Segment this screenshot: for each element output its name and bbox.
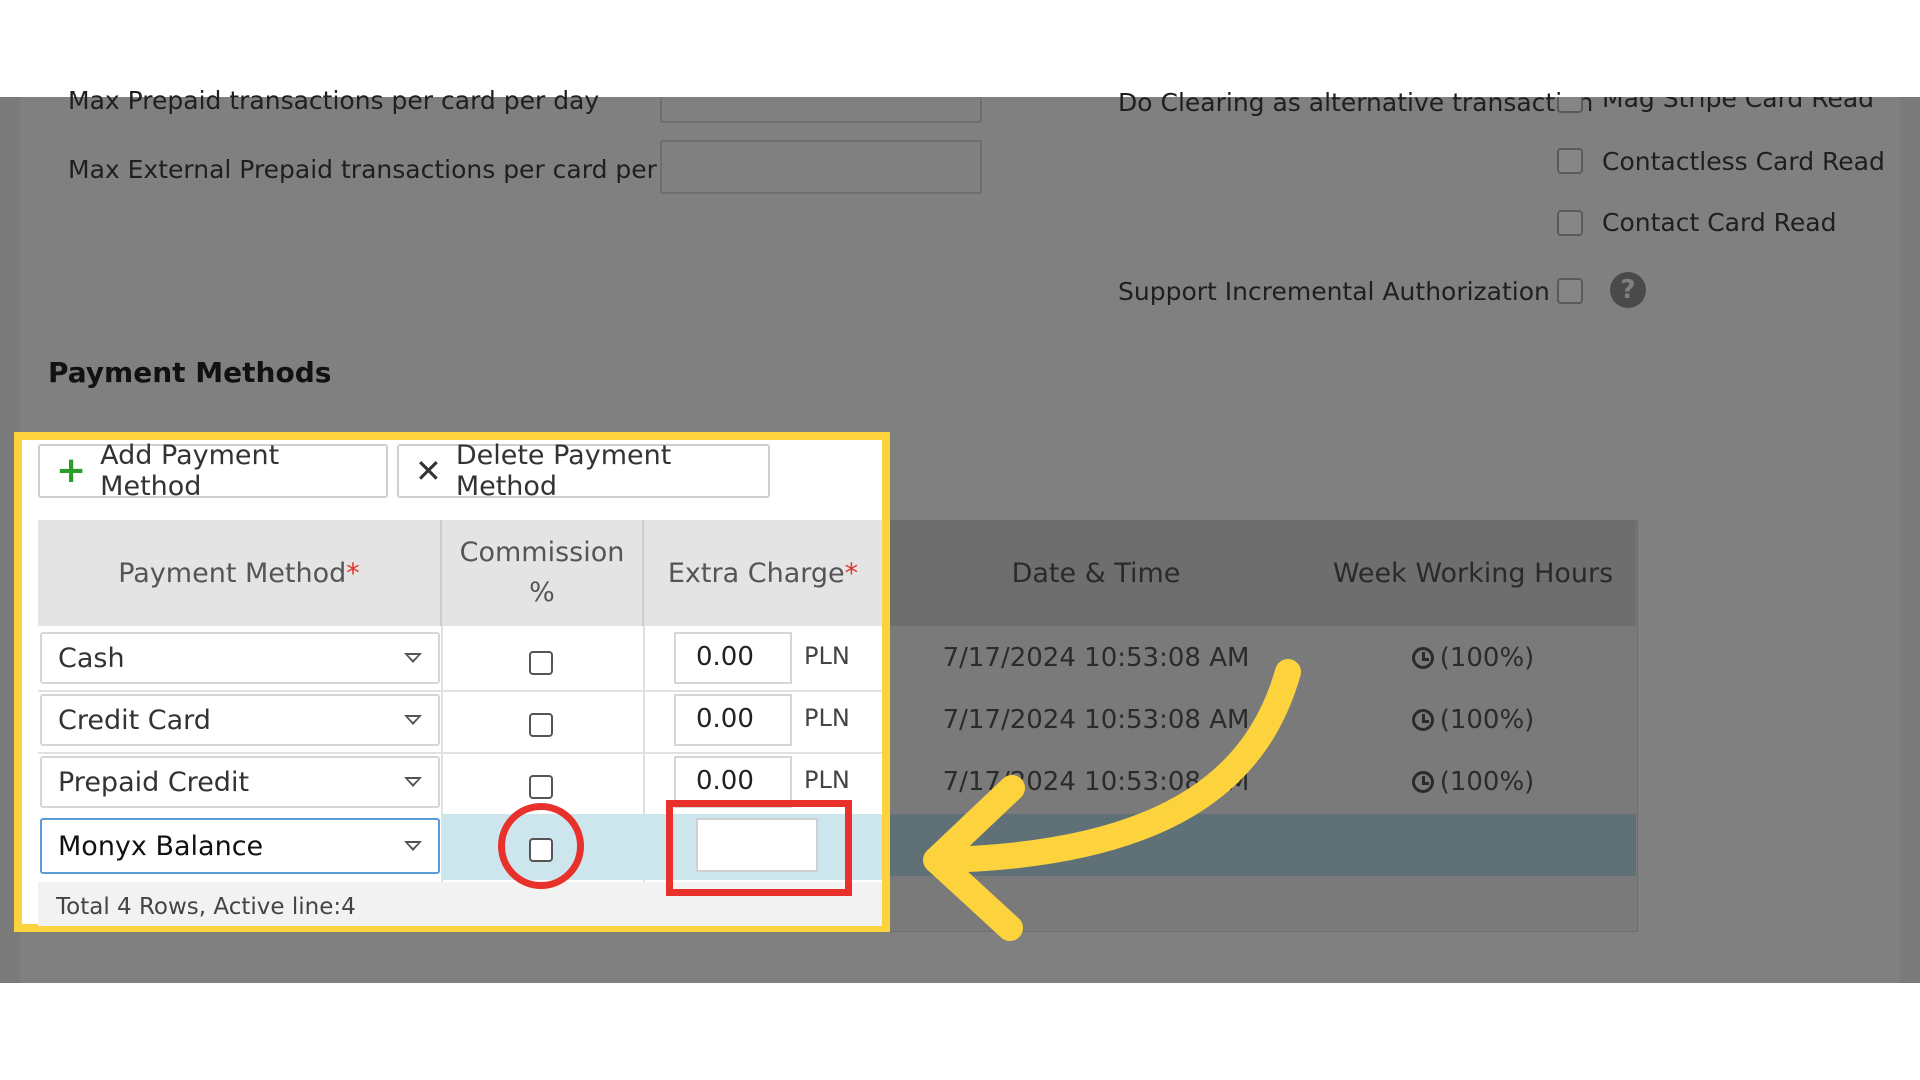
incremental-auth-label: Support Incremental Authorization — [1118, 277, 1550, 306]
delete-payment-method-label: Delete Payment Method — [455, 440, 672, 502]
row3-method-select[interactable]: Prepaid Credit — [40, 756, 440, 808]
do-clearing-label: Do Clearing as alternative transaction — [1118, 88, 1594, 117]
row1-hours[interactable]: (100%) — [1310, 643, 1636, 676]
row1-method-value: Cash — [58, 642, 125, 674]
do-clearing-checkbox[interactable] — [1557, 97, 1583, 113]
payment-methods-title: Payment Methods — [48, 356, 332, 389]
col-header-week-hours[interactable]: Week Working Hours — [1310, 520, 1636, 626]
contact-card-checkbox[interactable] — [1557, 210, 1583, 236]
col-header-extra-charge[interactable]: Extra Charge * — [644, 520, 882, 626]
row3-commission-checkbox[interactable] — [529, 775, 553, 799]
row3-currency: PLN — [804, 766, 850, 794]
row2-commission-checkbox[interactable] — [529, 713, 553, 737]
commission-header-line2: % — [529, 577, 555, 608]
row1-method-select[interactable]: Cash — [40, 632, 440, 684]
clock-icon — [1411, 771, 1434, 793]
add-payment-method-label: Add Payment Method — [100, 440, 280, 502]
chevron-down-icon — [404, 777, 422, 787]
row3-hours[interactable]: (100%) — [1310, 767, 1636, 800]
row1-hours-value: (100%) — [1439, 643, 1535, 673]
clock-icon — [1411, 709, 1434, 731]
required-mark: * — [346, 557, 360, 589]
row2-method-value: Credit Card — [58, 704, 211, 736]
col-header-date-time[interactable]: Date & Time — [882, 520, 1312, 626]
add-payment-method-button[interactable]: + Add Payment Method — [38, 440, 388, 502]
row4-method-value: Monyx Balance — [58, 830, 264, 862]
chevron-down-icon — [404, 653, 422, 663]
col-header-payment-method[interactable]: Payment Method * — [38, 520, 442, 626]
contactless-label: Contactless Card Read — [1602, 147, 1885, 176]
row2-method-select[interactable]: Credit Card — [40, 694, 440, 746]
row1-commission-checkbox[interactable] — [529, 651, 553, 675]
delete-payment-method-button[interactable]: ✕ Delete Payment Method — [397, 440, 770, 502]
row3-hours-value: (100%) — [1439, 767, 1535, 797]
commission-header-line1: Commission — [459, 537, 625, 568]
chevron-down-icon — [404, 841, 422, 851]
close-icon: ✕ — [415, 452, 442, 490]
help-icon[interactable]: ? — [1610, 272, 1646, 308]
plus-icon: + — [56, 450, 87, 491]
max-external-prepaid-label: Max External Prepaid transactions per ca… — [68, 155, 711, 184]
grid-footer-text: Total 4 Rows, Active line:4 — [56, 894, 356, 920]
col-header-commission[interactable]: Commission % — [442, 520, 644, 626]
incremental-auth-checkbox[interactable] — [1557, 278, 1583, 304]
row2-extra-charge-input[interactable]: 0.00 — [674, 694, 792, 746]
row3-method-value: Prepaid Credit — [58, 766, 250, 798]
mag-stripe-label: Mag Stripe Card Read — [1602, 84, 1875, 113]
row2-hours[interactable]: (100%) — [1310, 705, 1636, 738]
chevron-down-icon — [404, 715, 422, 725]
max-prepaid-input[interactable] — [660, 97, 982, 123]
pointer-arrow-icon — [923, 659, 1301, 941]
extra-charge-header-label: Extra Charge — [667, 557, 845, 589]
clock-icon — [1411, 647, 1434, 669]
extra-charge-annotation — [666, 800, 852, 896]
row4-method-select[interactable]: Monyx Balance — [40, 818, 440, 874]
required-mark: * — [844, 557, 859, 589]
row1-extra-charge-input[interactable]: 0.00 — [674, 632, 792, 684]
max-prepaid-label: Max Prepaid transactions per card per da… — [68, 86, 600, 115]
row1-currency: PLN — [804, 642, 850, 670]
commission-checkbox-annotation — [498, 803, 584, 889]
max-external-prepaid-input[interactable] — [660, 140, 982, 194]
row-divider — [38, 752, 882, 754]
payment-method-header-label: Payment Method — [118, 557, 347, 589]
contactless-checkbox[interactable] — [1557, 148, 1583, 174]
row-divider — [38, 690, 882, 692]
row2-hours-value: (100%) — [1439, 705, 1535, 735]
contact-card-label: Contact Card Read — [1602, 208, 1837, 237]
row2-currency: PLN — [804, 704, 850, 732]
